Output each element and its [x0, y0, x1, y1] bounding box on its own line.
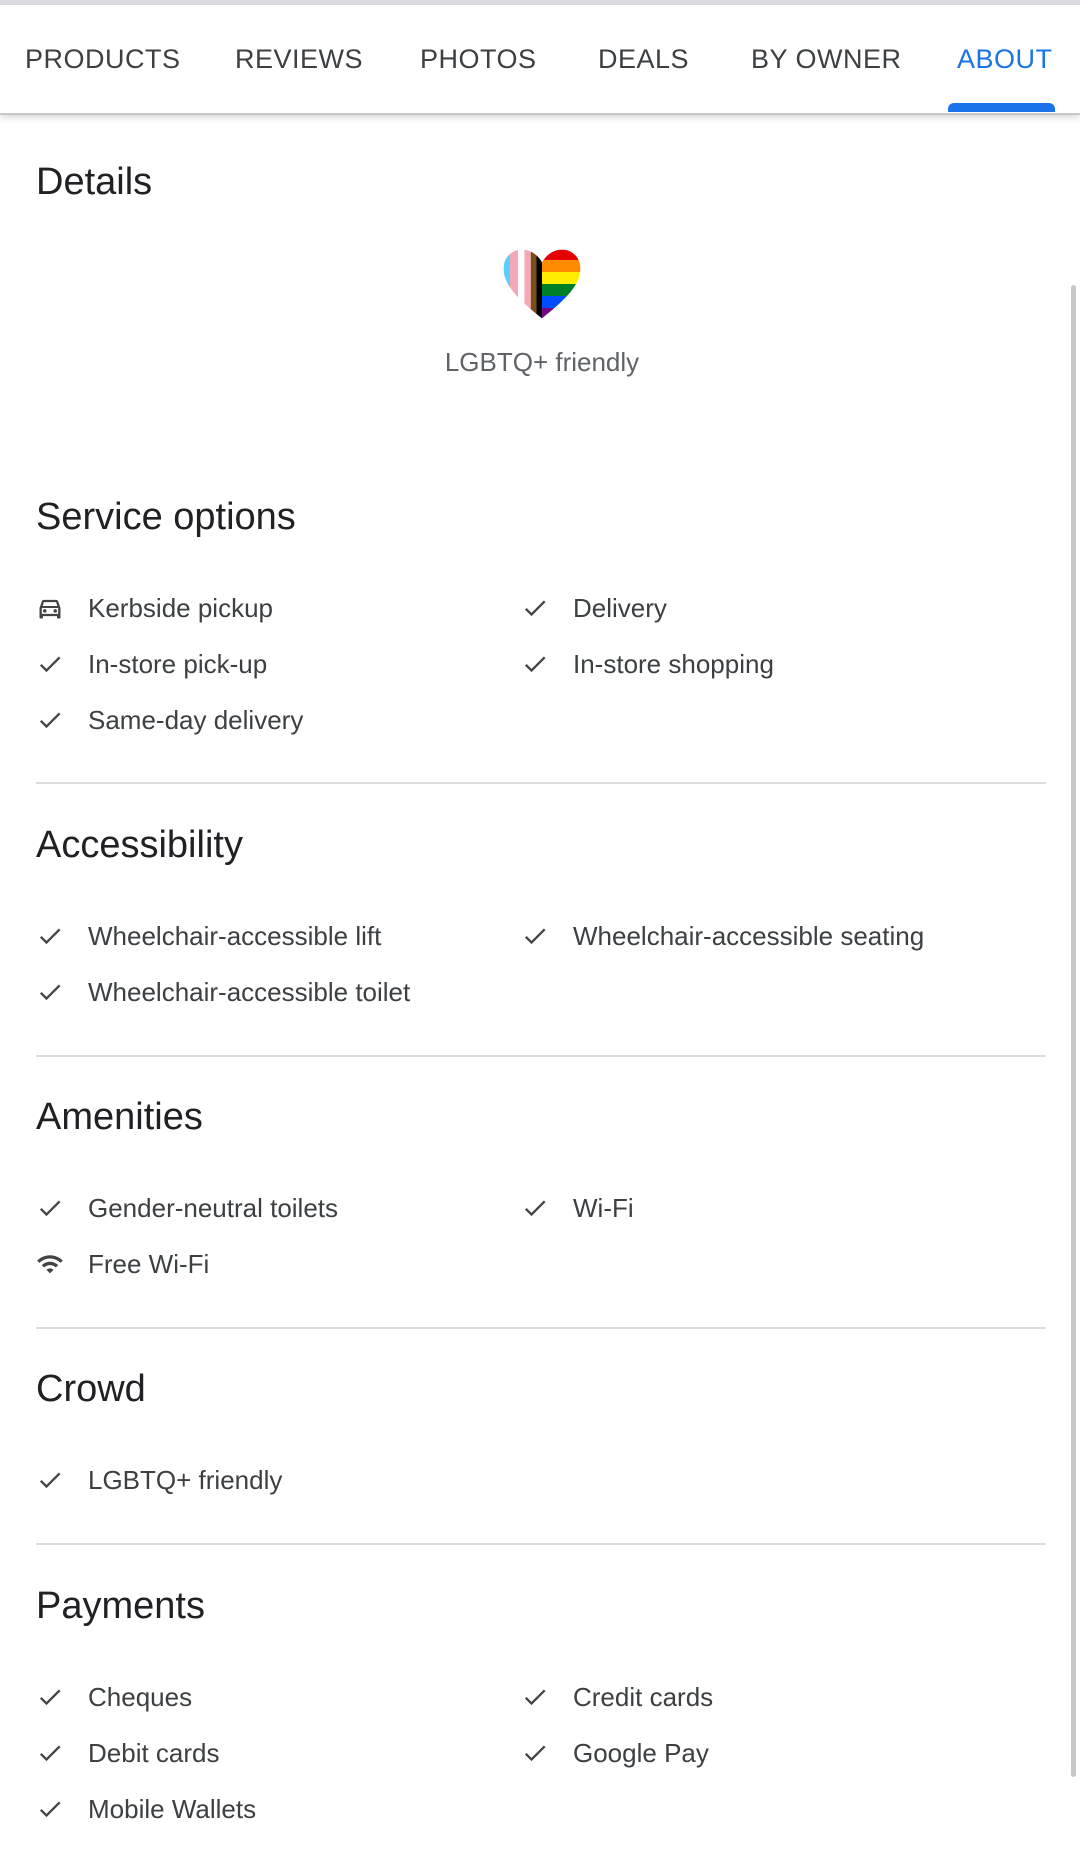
tab-photos[interactable]: PHOTOS [420, 5, 537, 113]
check-icon [524, 928, 546, 945]
check-icon [524, 656, 546, 673]
check-icon [524, 1745, 546, 1762]
check-icon [39, 928, 61, 945]
check-icon [524, 1689, 546, 1706]
section-heading-payments: Payments [36, 1585, 205, 1627]
tab-by-owner[interactable]: BY OWNER [751, 5, 902, 113]
details-heading: Details [36, 161, 153, 203]
car-icon [39, 599, 61, 619]
section-heading-service-options: Service options [36, 496, 296, 538]
check-icon [39, 1801, 61, 1818]
pride-heart-icon [503, 249, 581, 319]
tab-deals[interactable]: DEALS [598, 5, 689, 113]
divider [36, 1327, 1046, 1329]
check-icon [39, 1689, 61, 1706]
check-icon [524, 1200, 546, 1217]
section-heading-accessibility: Accessibility [36, 824, 243, 866]
check-icon [39, 656, 61, 673]
scrollbar[interactable] [1071, 285, 1076, 1777]
check-icon [524, 600, 546, 617]
section-heading-crowd: Crowd [36, 1368, 146, 1410]
tab-about[interactable]: ABOUT [957, 5, 1053, 113]
check-icon [39, 1472, 61, 1489]
details-badge-label: LGBTQ+ friendly [444, 347, 640, 377]
check-icon [39, 984, 61, 1001]
divider [36, 782, 1046, 784]
check-icon [39, 1745, 61, 1762]
divider [36, 1055, 1046, 1057]
active-tab-indicator [948, 103, 1055, 112]
section-heading-amenities: Amenities [36, 1096, 203, 1138]
tab-products[interactable]: PRODUCTS [25, 5, 181, 113]
tab-bar: PRODUCTS REVIEWS PHOTOS DEALS BY OWNER A… [0, 5, 1080, 115]
check-icon [39, 1200, 61, 1217]
wifi-icon [37, 1255, 63, 1274]
divider [36, 1543, 1046, 1545]
check-icon [39, 712, 61, 729]
tab-reviews[interactable]: REVIEWS [235, 5, 363, 113]
